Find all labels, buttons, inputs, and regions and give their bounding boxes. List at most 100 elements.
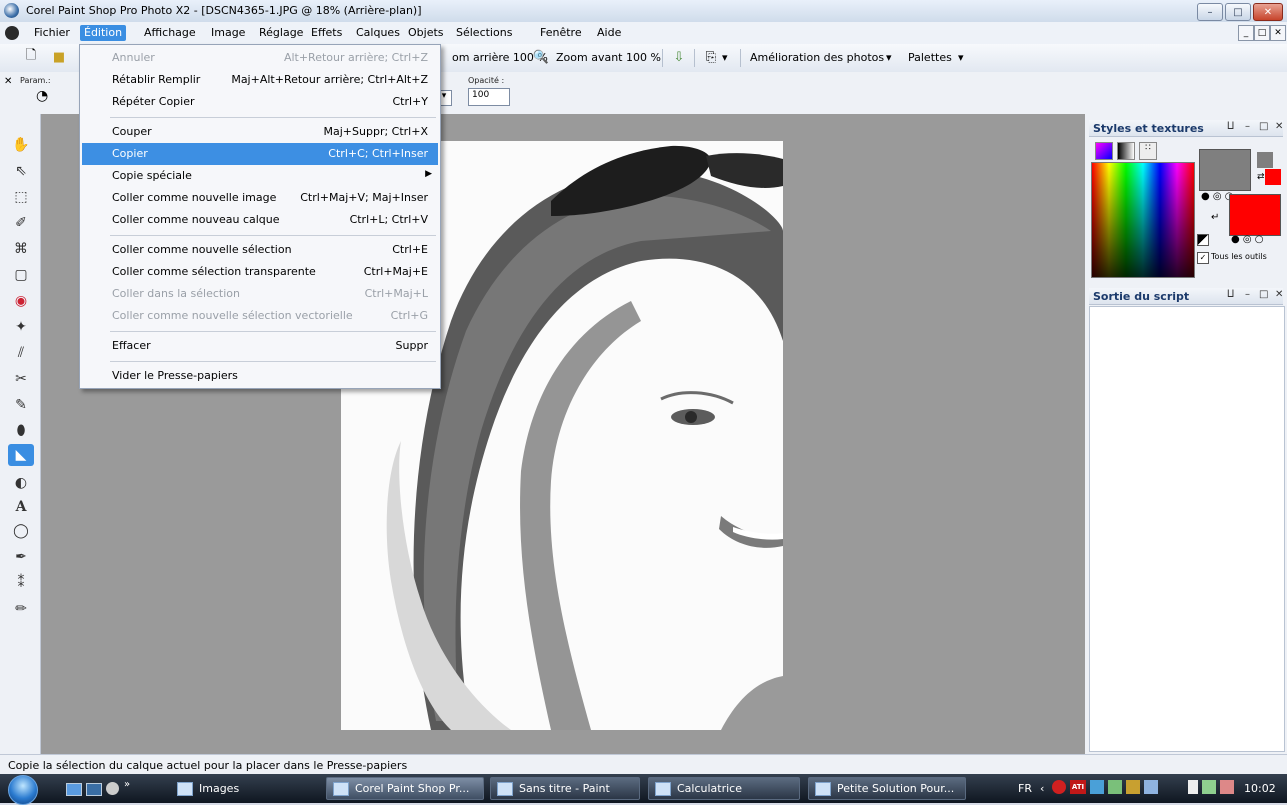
text-icon[interactable]: A xyxy=(8,496,34,518)
app-icon[interactable] xyxy=(4,3,19,18)
clone-icon[interactable]: ⫽ xyxy=(8,342,34,364)
zoom-in-label[interactable]: Zoom avant 100 % xyxy=(556,51,661,64)
brush-icon[interactable]: ✎ xyxy=(8,394,34,416)
shape-icon[interactable]: ◯ xyxy=(8,520,34,542)
menu-aide[interactable]: Aide xyxy=(593,25,625,41)
red-eye-icon[interactable]: ◉ xyxy=(8,290,34,312)
maximize-palette-icon[interactable]: □ xyxy=(1259,289,1268,300)
straighten-icon[interactable]: ▢ xyxy=(8,264,34,286)
menu-empty-clipboard[interactable]: Vider le Presse-papiers xyxy=(82,365,438,387)
fill-icon[interactable]: ◣ xyxy=(8,444,34,466)
tray-app-icon[interactable] xyxy=(1108,780,1122,794)
maximize-palette-icon[interactable]: □ xyxy=(1259,121,1268,132)
selection-icon[interactable]: ⬚ xyxy=(8,186,34,208)
menu-cut[interactable]: Couper Maj+Suppr; Ctrl+X xyxy=(82,121,438,143)
crop-icon[interactable]: ⌘ xyxy=(8,238,34,260)
minimize-palette-icon[interactable]: – xyxy=(1245,121,1250,132)
swatches-tab[interactable] xyxy=(1095,142,1113,160)
close-palette-icon[interactable]: ✕ xyxy=(1275,289,1283,300)
warp-brush-icon[interactable]: ⁑ xyxy=(8,572,34,594)
chevron-down-icon[interactable]: ▾ xyxy=(958,51,964,64)
open-folder-icon[interactable]: ■ xyxy=(50,48,68,66)
fg-mini-swatch[interactable] xyxy=(1257,152,1273,168)
background-swatch[interactable] xyxy=(1229,194,1281,236)
minimize-palette-icon[interactable]: – xyxy=(1245,289,1250,300)
menu-edition[interactable]: Édition xyxy=(80,25,127,41)
menu-paste-into-selection[interactable]: Coller dans la sélection Ctrl+Maj+L xyxy=(82,283,438,305)
pen-icon[interactable]: ✒ xyxy=(8,546,34,568)
scratch-icon[interactable]: ✂ xyxy=(8,368,34,390)
pick-icon[interactable]: ⇖ xyxy=(8,160,34,182)
new-doc-icon[interactable]: 🗋 xyxy=(22,48,40,66)
tray-app-icon[interactable] xyxy=(1126,780,1140,794)
pan-icon[interactable]: ✋ xyxy=(8,134,34,156)
ati-icon[interactable]: ATI xyxy=(1070,780,1086,794)
doc-minimize-button[interactable]: _ xyxy=(1238,25,1254,41)
doc-restore-button[interactable]: □ xyxy=(1254,25,1270,41)
enhance-photos-menu[interactable]: Amélioration des photos xyxy=(750,51,884,64)
clock[interactable]: 10:02 xyxy=(1244,782,1276,795)
menu-copy[interactable]: Copier Ctrl+C; Ctrl+Inser xyxy=(82,143,438,165)
menu-paste-new-layer[interactable]: Coller comme nouveau calque Ctrl+L; Ctrl+… xyxy=(82,209,438,231)
menu-clear[interactable]: Effacer Suppr xyxy=(82,335,438,357)
menu-fichier[interactable]: Fichier xyxy=(30,25,74,41)
doc-icon[interactable] xyxy=(5,26,19,40)
quicklaunch-icon[interactable] xyxy=(106,782,119,795)
close-palette-icon[interactable]: ✕ xyxy=(1275,121,1283,132)
menu-objets[interactable]: Objets xyxy=(404,25,448,41)
menu-selections[interactable]: Sélections xyxy=(452,25,516,41)
menu-paste-transparent-selection[interactable]: Coller comme sélection transparente Ctrl+… xyxy=(82,261,438,283)
all-tools-checkbox[interactable]: ✓ xyxy=(1197,252,1209,264)
menu-paste-new-selection[interactable]: Coller comme nouvelle sélection Ctrl+E xyxy=(82,239,438,261)
menu-paste-vector-selection[interactable]: Coller comme nouvelle sélection vectorie… xyxy=(82,305,438,327)
color-picker-field[interactable] xyxy=(1091,162,1195,278)
network-icon[interactable] xyxy=(1090,780,1104,794)
script-output-area[interactable] xyxy=(1089,306,1285,752)
taskbar-paint[interactable]: Sans titre - Paint xyxy=(490,777,640,800)
foreground-swatch[interactable] xyxy=(1199,149,1251,191)
start-button[interactable] xyxy=(8,775,38,805)
language-indicator[interactable]: FR xyxy=(1018,782,1032,795)
menu-reglage[interactable]: Réglage xyxy=(255,25,307,41)
dropper-icon[interactable]: ✐ xyxy=(8,212,34,234)
style-buttons-icon[interactable]: ● ◎ ○ xyxy=(1231,234,1264,245)
makeover-icon[interactable]: ✦ xyxy=(8,316,34,338)
pin-icon[interactable]: ⨿ xyxy=(1227,289,1234,300)
chevron-down-icon[interactable]: ▾ xyxy=(886,51,892,64)
tray-expand-icon[interactable]: ‹ xyxy=(1040,782,1044,795)
dodge-icon[interactable]: ◐ xyxy=(8,472,34,494)
menu-redo[interactable]: Rétablir Remplir Maj+Alt+Retour arrière; … xyxy=(82,69,438,91)
minimize-button[interactable]: – xyxy=(1197,3,1223,21)
menu-affichage[interactable]: Affichage xyxy=(140,25,200,41)
chevron-right-icon[interactable]: » xyxy=(124,779,130,790)
zoom-icon[interactable]: 🔍 xyxy=(532,48,550,66)
menu-undo[interactable]: Annuler Alt+Retour arrière; Ctrl+Z xyxy=(82,47,438,69)
battery-icon[interactable] xyxy=(1188,780,1198,794)
security-icon[interactable] xyxy=(1052,780,1066,794)
picture-tube-icon[interactable]: ✏ xyxy=(8,598,34,620)
doc-close-button[interactable]: ✕ xyxy=(1270,25,1286,41)
taskbar-corel[interactable]: Corel Paint Shop Pr... xyxy=(326,777,484,800)
maximize-button[interactable]: □ xyxy=(1225,3,1251,21)
close-button[interactable]: ✕ xyxy=(1253,3,1283,21)
tray-app-icon[interactable] xyxy=(1144,780,1158,794)
gradient-tab[interactable] xyxy=(1117,142,1135,160)
switch-windows-icon[interactable] xyxy=(86,783,102,796)
menu-calques[interactable]: Calques xyxy=(352,25,404,41)
menu-paste-special[interactable]: Copie spéciale ▶ xyxy=(82,165,438,187)
transparent-toggle-icon[interactable] xyxy=(1197,234,1209,246)
menu-repeat[interactable]: Répéter Copier Ctrl+Y xyxy=(82,91,438,113)
network-status-icon[interactable] xyxy=(1202,780,1216,794)
menu-fenetre[interactable]: Fenêtre xyxy=(536,25,586,41)
eraser-icon[interactable]: ⬮ xyxy=(8,420,34,442)
preset-icon[interactable]: ◔ xyxy=(36,88,48,104)
menu-image[interactable]: Image xyxy=(207,25,249,41)
show-desktop-icon[interactable] xyxy=(66,783,82,796)
swap-arrow-icon[interactable]: ↵ xyxy=(1211,212,1219,223)
swap-colors-icon[interactable]: ⇄ xyxy=(1257,172,1265,182)
dropdown-arrow-icon[interactable]: ▾ xyxy=(722,51,728,64)
pattern-tab[interactable]: ∷ xyxy=(1139,142,1157,160)
pin-icon[interactable]: ⨿ xyxy=(1227,121,1234,132)
palettes-menu[interactable]: Palettes xyxy=(908,51,952,64)
import-icon[interactable]: ⇩ xyxy=(670,48,688,66)
